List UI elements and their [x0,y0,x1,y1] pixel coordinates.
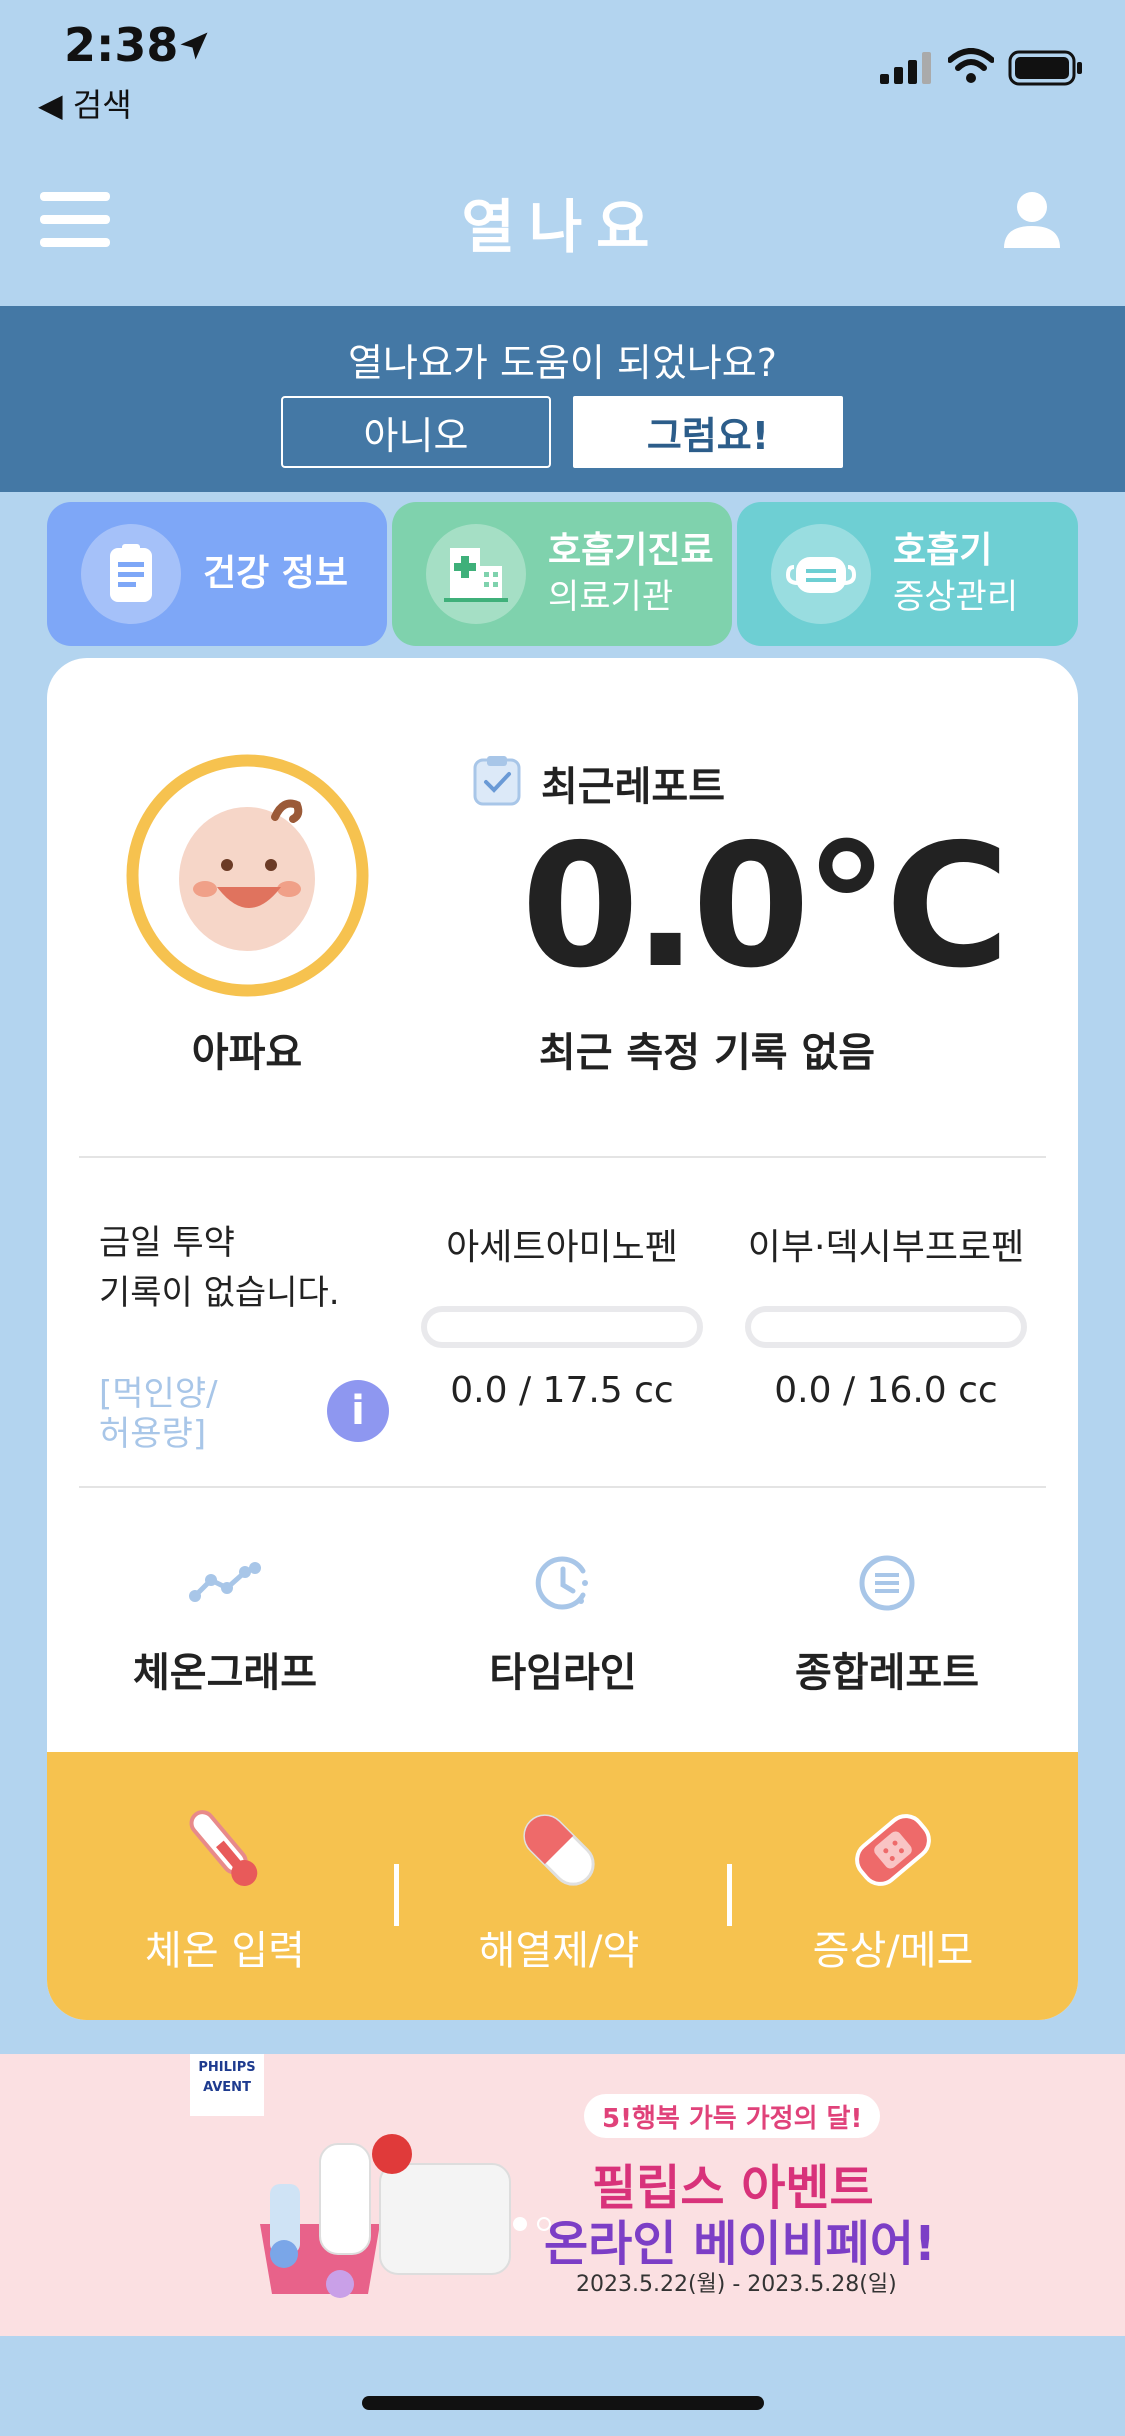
user-profile-icon[interactable] [1002,190,1062,250]
tab-symptom-sublabel: 증상관리 [893,577,1019,617]
symptom-memo-label: 증상/메모 [812,1928,974,1974]
battery-icon [1008,50,1082,86]
temperature-input-button[interactable]: 체온 입력 [75,1802,375,1976]
timeline-link[interactable]: 타임라인 [413,1548,713,1698]
line-graph-icon [189,1562,261,1602]
divider [727,1864,732,1926]
ad-tag: 5!행복 가득 가정의 달! [584,2094,881,2138]
child-status-label: 아파요 [191,1030,303,1076]
temperature-graph-label: 체온그래프 [133,1650,317,1696]
feedback-no-button[interactable]: 아니오 [281,396,551,468]
tab-clinic-sublabel: 의료기관 [548,577,674,617]
no-medication-line2: 기록이 없습니다. [99,1273,340,1313]
carousel-dots[interactable] [510,2214,560,2234]
clipboard-phone-icon [81,524,181,624]
drug-ibuprofen-progress [745,1306,1027,1348]
home-indicator[interactable] [362,2396,764,2410]
drug-acetaminophen-value: 0.0 / 17.5 cc [450,1370,674,1411]
dose-link-line1: [먹인양/ [99,1374,218,1414]
app-header: 열나요 [0,140,1125,306]
action-bar: 체온 입력 해열제/약 증상/메모 [47,1752,1078,2020]
clock-icon [535,1556,588,1610]
ad-headline-2: 온라인 베이비페어! [544,2216,936,2272]
divider [79,1486,1046,1488]
temperature-graph-link[interactable]: 체온그래프 [75,1548,375,1698]
feedback-yes-button[interactable]: 그럼요! [573,396,843,468]
back-to-search-link[interactable]: ◀ 검색 [38,80,132,126]
medicine-button[interactable]: 해열제/약 [409,1802,709,1976]
list-icon [859,1555,915,1611]
feedback-question: 열나요가 도움이 되었나요? [348,341,777,385]
dose-link-line2: 허용량] [99,1414,207,1454]
baby-face-avatar[interactable] [125,753,370,998]
brand-line1: PHILIPS [198,2060,256,2075]
no-medication-line1: 금일 투약 [99,1223,235,1263]
tab-symptom-label: 호흡기 [893,530,993,571]
no-medication-record: 금일 투약 기록이 없습니다. [99,1218,340,1318]
medicine-label: 해열제/약 [478,1928,640,1974]
bandage-icon [855,1814,931,1886]
mask-icon [771,524,871,624]
temperature-input-label: 체온 입력 [145,1928,305,1974]
clipboard-check-icon [473,756,521,806]
tab-clinic-label: 호흡기진료 [548,530,714,571]
info-icon[interactable]: i [327,1380,389,1442]
drug-ibuprofen-name: 이부·덱시부프로펜 [747,1227,1025,1268]
ad-banner[interactable]: PHILIPS AVENT 5!행복 가득 가정의 달! 필립스 아벤트 온라인… [0,2054,1125,2336]
recent-report-title: 최근레포트 [541,764,725,810]
timeline-label: 타임라인 [489,1650,637,1696]
baby-products-image [260,2134,511,2298]
drug-ibuprofen-value: 0.0 / 16.0 cc [774,1370,998,1411]
tab-respiratory-symptom[interactable]: 호흡기 증상관리 [737,502,1078,646]
main-card: 아파요 최근레포트 0.0℃ 최근 측정 기록 없음 금일 투약 기록이 없습니… [47,658,1078,2020]
no-measurement-text: 최근 측정 기록 없음 [538,1030,876,1076]
thermometer-icon [189,1810,258,1886]
summary-report-link[interactable]: 종합레포트 [737,1548,1037,1698]
symptom-memo-button[interactable]: 증상/메모 [743,1802,1043,1976]
cellular-signal-icon [880,52,931,84]
clock-time: 2:38 [64,18,179,72]
recent-temperature: 0.0℃ [521,808,1010,1006]
summary-report-label: 종합레포트 [795,1650,979,1696]
ad-dates: 2023.5.22(월) - 2023.5.28(일) [576,2272,897,2297]
feedback-banner: 열나요가 도움이 되었나요? 아니오 그럼요! [0,306,1125,492]
hospital-icon [426,524,526,624]
divider [79,1156,1046,1158]
dose-allowance-link[interactable]: [먹인양/ 허용량] [99,1374,218,1454]
drug-acetaminophen-name: 아세트아미노펜 [446,1227,678,1268]
tab-respiratory-clinic[interactable]: 호흡기진료 의료기관 [392,502,732,646]
wifi-icon [948,48,994,83]
divider [394,1864,399,1926]
pill-icon [523,1814,595,1886]
status-bar: 2:38 ◀ 검색 [0,0,1125,140]
brand-line2: AVENT [203,2080,251,2095]
location-arrow-icon [180,32,208,60]
tab-health-label: 건강 정보 [203,553,349,594]
tab-health-info[interactable]: 건강 정보 [47,502,387,646]
app-title: 열나요 [461,193,664,261]
drug-acetaminophen-progress [421,1306,703,1348]
